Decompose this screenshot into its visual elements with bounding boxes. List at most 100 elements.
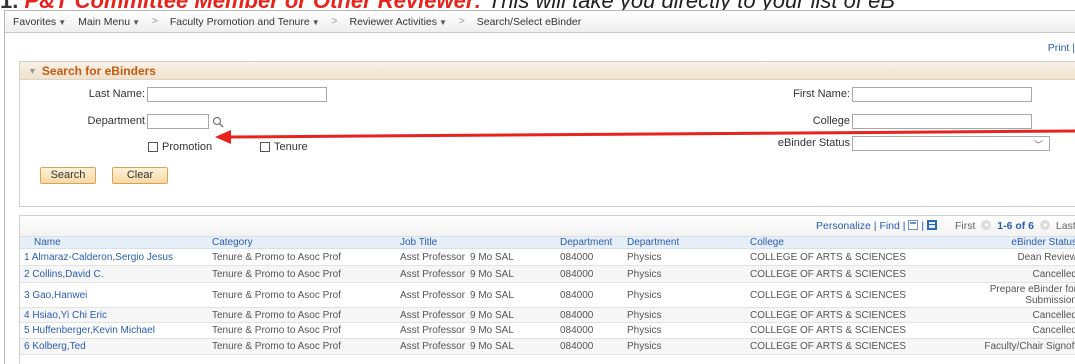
row-pay-basis: 9 Mo SAL — [470, 252, 514, 263]
breadcrumb-separator-icon: > — [458, 16, 465, 27]
search-select-ebinder-link[interactable]: Search/Select eBinder — [477, 16, 581, 28]
row-department-id: 084000 — [560, 252, 594, 263]
row-ebinder-status: Dean Review — [1017, 252, 1075, 263]
row-college: COLLEGE OF ARTS & SCIENCES — [750, 341, 906, 352]
row-name-link[interactable]: 2 Collins,David C. — [24, 269, 103, 280]
row-department: Physics — [627, 341, 662, 352]
row-pay-basis: 9 Mo SAL — [470, 325, 514, 336]
row-category: Tenure & Promo to Asoc Prof — [212, 325, 341, 336]
next-arrow-icon[interactable] — [1039, 220, 1050, 230]
faculty-promotion-menu[interactable]: Faculty Promotion and Tenure ▼ — [170, 16, 320, 28]
row-ebinder-status: Faculty/Chair Signoff — [984, 341, 1075, 352]
col-name[interactable]: Name — [34, 237, 61, 249]
screenshot-frame: Favorites ▼ Main Menu ▼ > Faculty Promotio… — [4, 10, 1075, 364]
row-category: Tenure & Promo to Asoc Prof — [212, 290, 341, 301]
row-category: Tenure & Promo to Asoc Prof — [212, 310, 341, 321]
row-college: COLLEGE OF ARTS & SCIENCES — [750, 310, 906, 321]
breadcrumb-separator-icon: > — [151, 16, 158, 27]
row-category: Tenure & Promo to Asoc Prof — [212, 269, 341, 280]
last-link[interactable]: Last — [1056, 220, 1075, 232]
results-grid: Personalize | Find | | First 1-6 of 6 La… — [19, 215, 1075, 364]
find-link[interactable]: Find — [879, 220, 899, 232]
download-grid-icon[interactable] — [927, 220, 937, 230]
row-department-id: 084000 — [560, 269, 594, 280]
row-job-title: Asst Professor — [400, 341, 466, 352]
col-job-title[interactable]: Job Title — [400, 237, 437, 249]
row-pay-basis: 9 Mo SAL — [470, 341, 514, 352]
row-department: Physics — [627, 269, 662, 280]
row-ebinder-status: Prepare eBinder for Submission — [989, 284, 1075, 306]
first-name-input[interactable] — [852, 87, 1032, 102]
search-panel-header[interactable]: ▼ Search for eBinders — [20, 62, 1075, 80]
row-department-id: 084000 — [560, 325, 594, 336]
reviewer-activities-menu[interactable]: Reviewer Activities ▼ — [349, 16, 446, 28]
grid-tools: Personalize | Find | | — [816, 220, 937, 232]
personalize-link[interactable]: Personalize — [816, 220, 871, 232]
row-ebinder-status: Cancelled — [1032, 310, 1075, 321]
grid-toolbar: Personalize | Find | | First 1-6 of 6 La… — [20, 216, 1075, 236]
row-department: Physics — [627, 290, 662, 301]
row-department: Physics — [627, 325, 662, 336]
view-all-icon[interactable] — [908, 220, 919, 230]
row-count: 1-6 of 6 — [997, 220, 1035, 232]
last-name-label: Last Name: — [88, 88, 145, 100]
row-ebinder-status: Cancelled — [1032, 325, 1075, 336]
last-name-input[interactable] — [147, 87, 327, 102]
department-input[interactable] — [147, 114, 209, 129]
search-button[interactable]: Search — [40, 167, 96, 184]
row-name-link[interactable]: 1 Almaraz-Calderon,Sergio Jesus — [24, 252, 173, 263]
college-label: College — [812, 115, 850, 127]
row-department-id: 084000 — [560, 290, 594, 301]
row-department: Physics — [627, 252, 662, 263]
row-name-link[interactable]: 4 Hsiao,Yi Chi Eric — [24, 310, 107, 321]
row-job-title: Asst Professor — [400, 325, 466, 336]
row-name-link[interactable]: 3 Gao,Hanwei — [24, 290, 87, 301]
chevron-down-icon: ▼ — [439, 17, 447, 27]
department-label: Department — [87, 115, 145, 127]
clear-button[interactable]: Clear — [112, 167, 168, 184]
table-row: 3 Gao,Hanwei Tenure & Promo to Asoc Prof… — [20, 283, 1075, 308]
collapse-triangle-icon[interactable]: ▼ — [28, 66, 37, 76]
col-category[interactable]: Category — [212, 237, 253, 249]
chevron-down-icon: ▼ — [132, 17, 140, 27]
row-ebinder-status: Cancelled — [1032, 269, 1075, 280]
row-pay-basis: 9 Mo SAL — [470, 310, 514, 321]
table-row: 4 Hsiao,Yi Chi Eric Tenure & Promo to As… — [20, 308, 1075, 323]
chevron-down-icon: ▼ — [58, 17, 67, 27]
previous-arrow-icon[interactable] — [981, 220, 992, 230]
col-department[interactable]: Department — [627, 237, 679, 249]
row-college: COLLEGE OF ARTS & SCIENCES — [750, 269, 906, 280]
row-job-title: Asst Professor — [400, 252, 466, 263]
breadcrumb: Favorites ▼ Main Menu ▼ > Faculty Promotio… — [5, 11, 1075, 33]
col-department-id[interactable]: Department — [560, 237, 612, 249]
breadcrumb-separator-icon: > — [331, 16, 338, 27]
row-department-id: 084000 — [560, 341, 594, 352]
first-name-label: First Name: — [793, 88, 850, 100]
row-pay-basis: 9 Mo SAL — [470, 269, 514, 280]
annotation-arrow-icon — [215, 129, 1075, 144]
search-panel-title: Search for eBinders — [41, 63, 156, 78]
row-job-title: Asst Professor — [400, 269, 466, 280]
instruction-banner: 1. P&T Committee Member or Other Reviewe… — [0, 0, 1075, 10]
grid-header: Name Category Job Title Department Depar… — [20, 236, 1075, 249]
chevron-down-icon: ▼ — [311, 17, 320, 27]
banner-text: This will take you directly to your list… — [488, 0, 895, 10]
row-name-link[interactable]: 5 Huffenberger,Kevin Michael — [24, 325, 155, 336]
promotion-label: Promotion — [162, 141, 213, 153]
row-department: Physics — [627, 310, 662, 321]
col-college[interactable]: College — [750, 237, 784, 249]
print-link[interactable]: Print | — [1048, 42, 1075, 54]
table-row: 1 Almaraz-Calderon,Sergio Jesus Tenure &… — [20, 250, 1075, 266]
col-ebinder-status[interactable]: eBinder Status — [1011, 237, 1075, 249]
row-college: COLLEGE OF ARTS & SCIENCES — [750, 290, 906, 301]
table-row: 2 Collins,David C. Tenure & Promo to Aso… — [20, 266, 1075, 283]
favorites-menu[interactable]: Favorites ▼ — [13, 16, 66, 28]
main-menu[interactable]: Main Menu ▼ — [78, 16, 140, 28]
first-link[interactable]: First — [955, 220, 975, 232]
row-college: COLLEGE OF ARTS & SCIENCES — [750, 325, 906, 336]
table-row: 5 Huffenberger,Kevin Michael Tenure & Pr… — [20, 323, 1075, 339]
row-department-id: 084000 — [560, 310, 594, 321]
promotion-checkbox[interactable] — [148, 142, 158, 152]
banner-number: 1. — [0, 0, 18, 10]
row-name-link[interactable]: 6 Kolberg,Ted — [24, 341, 86, 352]
